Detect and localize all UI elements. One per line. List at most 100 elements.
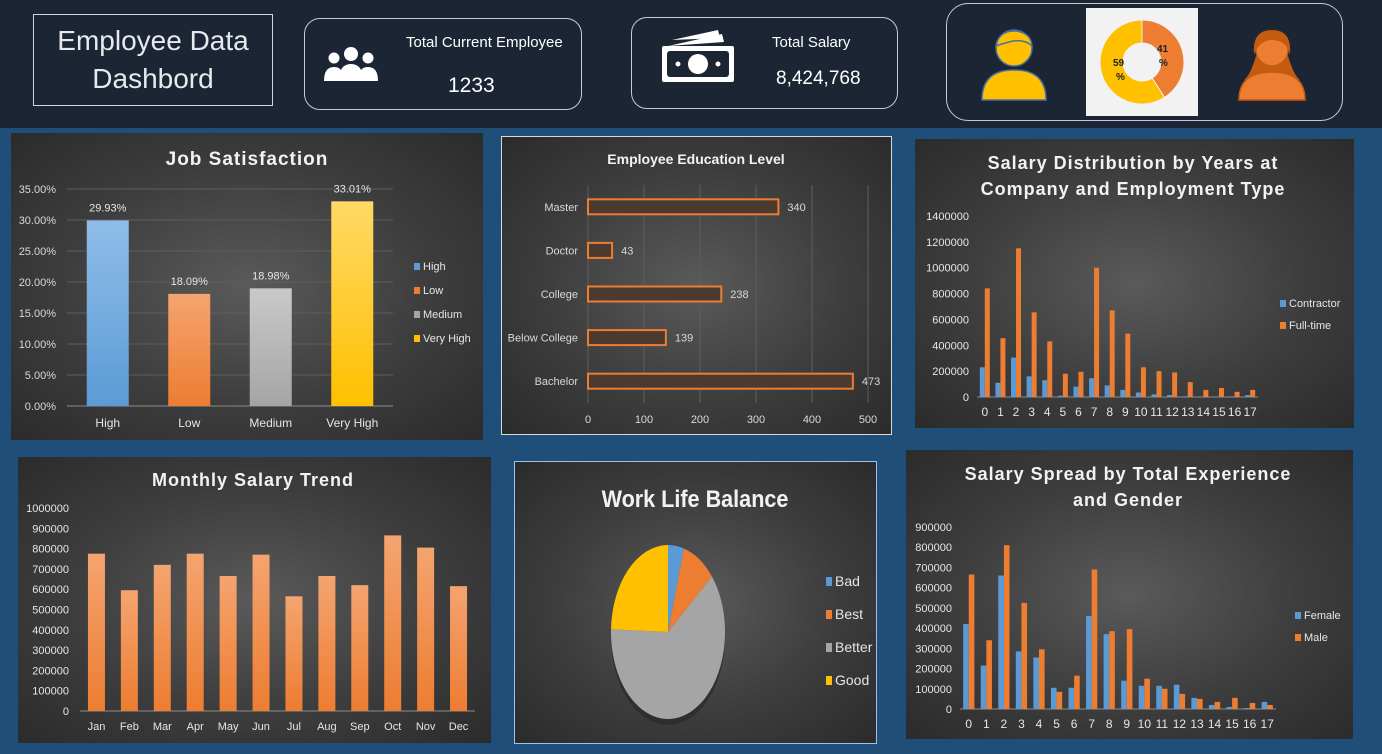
bar-female bbox=[1121, 680, 1127, 709]
legend-label: Bad bbox=[835, 573, 860, 589]
data-label: 33.01% bbox=[334, 183, 372, 195]
bar-contractor bbox=[995, 382, 1001, 397]
bar-contractor bbox=[1057, 395, 1063, 397]
job-satisfaction-panel: Job Satisfaction 0.00% 5.00% 10.00% 15.00% 20… bbox=[11, 133, 483, 440]
y-tick-label: 600000 bbox=[32, 584, 69, 596]
y-tick-label: 15.00% bbox=[19, 308, 57, 320]
bar-very-high bbox=[331, 201, 374, 406]
x-tick-label: 11 bbox=[1150, 405, 1163, 419]
data-label: 43 bbox=[621, 245, 633, 257]
bar-full-time bbox=[1218, 387, 1224, 397]
job-satisfaction-chart: Job Satisfaction 0.00% 5.00% 10.00% 15.00% 20… bbox=[19, 149, 471, 430]
title-line-2: Dashbord bbox=[92, 63, 214, 94]
legend-label: Full-time bbox=[1289, 320, 1331, 332]
bar-male bbox=[1144, 678, 1150, 709]
legend-swatch bbox=[826, 676, 832, 685]
bar-high bbox=[86, 220, 129, 406]
bar-female bbox=[1244, 707, 1250, 709]
bar-aug bbox=[318, 576, 336, 711]
bar-apr bbox=[186, 553, 204, 711]
male-user-icon bbox=[981, 29, 1047, 101]
x-tick-label: 10 bbox=[1138, 717, 1152, 731]
bar-medium bbox=[249, 288, 292, 406]
x-tick-label: 3 bbox=[1018, 717, 1025, 731]
x-tick-label: Jul bbox=[287, 721, 301, 733]
female-user-icon bbox=[1238, 30, 1306, 101]
y-tick-label: 30.00% bbox=[19, 215, 57, 227]
female-pct-label: 41 bbox=[1157, 44, 1169, 55]
male-pct-label: 59 bbox=[1113, 58, 1125, 69]
y-tick-label: 1400000 bbox=[926, 211, 969, 223]
x-tick-label: Medium bbox=[249, 416, 292, 430]
chart-title: and Gender bbox=[1073, 490, 1183, 510]
y-tick-label: 600000 bbox=[932, 314, 969, 326]
x-tick-label: 0 bbox=[965, 717, 972, 731]
x-tick-label: Dec bbox=[449, 721, 469, 733]
bar-female bbox=[1103, 634, 1110, 709]
y-tick-label: 0 bbox=[946, 704, 952, 716]
x-tick-label: 17 bbox=[1261, 717, 1275, 731]
legend-swatch bbox=[414, 263, 420, 270]
bar-contractor bbox=[1042, 380, 1048, 397]
x-tick-label: 2 bbox=[1013, 405, 1020, 419]
y-tick-label: 35.00% bbox=[19, 184, 57, 196]
bar-female bbox=[980, 665, 987, 709]
bar-contractor bbox=[1135, 392, 1141, 397]
bar-female bbox=[1173, 684, 1180, 709]
bar-full-time bbox=[1016, 248, 1022, 397]
y-tick-label: 200000 bbox=[932, 366, 969, 378]
legend-label: Male bbox=[1304, 632, 1328, 644]
bar-full-time bbox=[1078, 371, 1084, 397]
kpi-employees-label: Total Current Employee bbox=[406, 34, 563, 51]
x-tick-label: 6 bbox=[1075, 405, 1082, 419]
y-tick-label: 0.00% bbox=[25, 401, 56, 413]
legend-swatch bbox=[826, 577, 832, 586]
bar-male bbox=[1249, 702, 1256, 709]
bar-contractor bbox=[1073, 386, 1079, 397]
bar-contractor bbox=[1151, 394, 1157, 397]
x-tick-label: 500 bbox=[859, 414, 877, 426]
bar-jul bbox=[285, 596, 303, 711]
legend-swatch bbox=[414, 335, 420, 342]
bar-may bbox=[219, 576, 237, 711]
y-tick-label: 500000 bbox=[915, 603, 952, 615]
bar-nov bbox=[417, 547, 435, 711]
x-tick-label: 5 bbox=[1053, 717, 1060, 731]
y-tick-label: 10.00% bbox=[19, 339, 57, 351]
bar-full-time bbox=[1062, 373, 1068, 397]
data-label: 18.98% bbox=[252, 270, 290, 282]
bar-full-time bbox=[1125, 333, 1131, 397]
bar-male bbox=[986, 640, 992, 709]
bar-male bbox=[1056, 691, 1063, 709]
x-tick-label: 15 bbox=[1212, 405, 1226, 419]
y-tick-label: 1200000 bbox=[926, 237, 969, 249]
x-tick-label: 3 bbox=[1028, 405, 1035, 419]
bar-male bbox=[1197, 698, 1203, 709]
gender-split-card: 59 % 41 % bbox=[946, 3, 1343, 121]
x-tick-label: Very High bbox=[326, 416, 378, 430]
x-tick-label: 4 bbox=[1036, 717, 1043, 731]
y-tick-label: 700000 bbox=[32, 564, 69, 576]
bar-oct bbox=[384, 535, 402, 711]
chart-title: Company and Employment Type bbox=[981, 179, 1286, 199]
chart-title: Employee Education Level bbox=[607, 151, 784, 167]
x-tick-label: 8 bbox=[1106, 717, 1113, 731]
bar-male bbox=[1161, 688, 1168, 709]
x-tick-label: 14 bbox=[1208, 717, 1222, 731]
bar-female bbox=[1015, 651, 1022, 709]
legend-swatch bbox=[826, 610, 832, 619]
x-tick-label: Jun bbox=[252, 721, 270, 733]
x-tick-label: Nov bbox=[416, 721, 436, 733]
legend-label: Medium bbox=[423, 309, 462, 321]
bar-male bbox=[1126, 629, 1133, 709]
y-tick-label: 200000 bbox=[915, 664, 952, 676]
bar-full-time bbox=[1140, 367, 1146, 397]
y-tick-label: 100000 bbox=[915, 684, 952, 696]
salary-by-experience-chart: Salary Spread by Total Experience and Gen… bbox=[915, 464, 1340, 731]
x-tick-label: Apr bbox=[187, 721, 204, 733]
y-tick-label: Below College bbox=[508, 333, 578, 345]
money-icon bbox=[662, 30, 734, 82]
gender-donut-chart: 59 % 41 % bbox=[1099, 19, 1185, 105]
bar-male bbox=[1021, 602, 1028, 709]
x-tick-label: 200 bbox=[691, 414, 709, 426]
